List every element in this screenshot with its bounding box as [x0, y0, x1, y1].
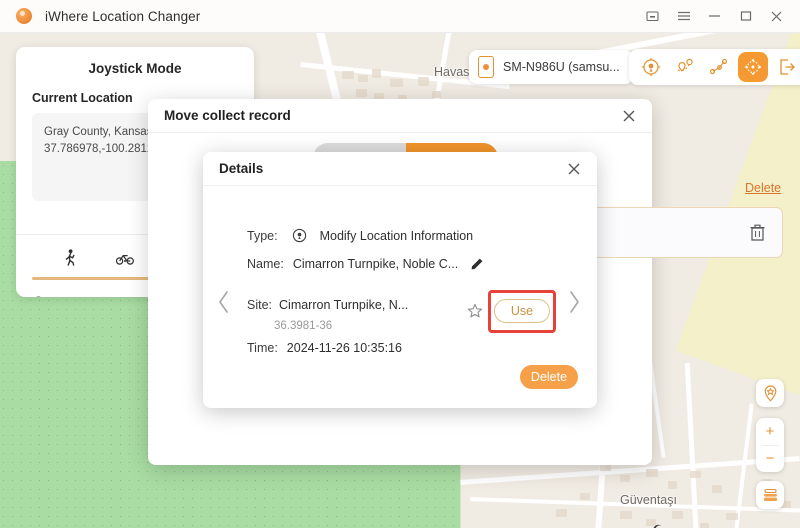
joystick-panel-title: Joystick Mode — [88, 61, 182, 76]
details-dialog-header: Details — [203, 152, 597, 186]
details-dialog-title: Details — [219, 161, 264, 176]
two-spot-mode-icon[interactable] — [670, 52, 700, 82]
mosque-icon: ☪ — [652, 522, 665, 528]
phone-icon — [478, 56, 494, 78]
speedometer-icon — [32, 296, 45, 297]
pencil-icon[interactable] — [470, 257, 484, 271]
zoom-in-button[interactable]: + — [756, 418, 784, 445]
menu-icon[interactable] — [668, 0, 699, 33]
delete-button[interactable]: Delete — [520, 365, 578, 389]
map-label-guventasi: Güventaşı — [620, 493, 677, 507]
site-coords: 36.3981-36 — [274, 320, 333, 332]
chevron-right-icon[interactable] — [567, 290, 581, 314]
multi-spot-mode-icon[interactable] — [704, 52, 734, 82]
time-value: 2024-11-26 10:35:16 — [286, 341, 402, 355]
device-chip[interactable]: SM-N986U (samsu... — [469, 50, 633, 84]
site-label: Site: — [247, 298, 273, 312]
close-icon[interactable] — [567, 162, 581, 176]
type-value: Modify Location Information — [319, 228, 474, 243]
exit-icon[interactable] — [772, 52, 800, 82]
map-landuse-green-2 — [0, 323, 165, 528]
use-button[interactable]: Use — [494, 299, 550, 323]
maximize-icon[interactable] — [730, 0, 761, 33]
app-title: iWhere Location Changer — [45, 8, 201, 24]
move-dialog-header: Move collect record — [148, 99, 652, 133]
name-field: Name: Cimarron Turnpike, Noble C... — [247, 257, 484, 271]
walking-icon[interactable] — [63, 249, 77, 266]
details-dialog: Details Type: Modify Location Informatio… — [203, 152, 597, 408]
bicycle-icon[interactable] — [116, 251, 134, 265]
name-label: Name: — [247, 257, 284, 271]
mode-toolbar — [629, 49, 800, 85]
joystick-mode-icon[interactable] — [738, 52, 768, 82]
star-outline-icon[interactable] — [467, 303, 483, 319]
map-road — [684, 363, 701, 528]
trash-icon[interactable] — [749, 223, 766, 242]
chevron-left-icon[interactable] — [217, 290, 231, 314]
close-icon[interactable] — [761, 0, 792, 33]
screen-icon[interactable] — [637, 0, 668, 33]
zoom-out-button[interactable]: − — [756, 446, 784, 473]
teleport-mode-icon[interactable] — [636, 52, 666, 82]
delete-all-link[interactable]: Delete — [745, 181, 781, 195]
zoom-controls: + − — [756, 418, 784, 472]
site-value: Cimarron Turnpike, N... — [279, 298, 409, 312]
name-value: Cimarron Turnpike, Noble C... — [292, 257, 459, 271]
site-field: Site: Cimarron Turnpike, N... — [247, 298, 408, 312]
app-window: iWhere Location Changer Havas Güventaşı … — [0, 0, 800, 528]
app-logo-icon — [16, 8, 32, 24]
time-field: Time: 2024-11-26 10:35:16 — [247, 341, 402, 355]
map-layers-icon[interactable] — [756, 481, 784, 509]
title-bar: iWhere Location Changer — [0, 0, 800, 33]
location-pin-icon — [292, 228, 307, 243]
close-icon[interactable] — [622, 109, 636, 123]
map-label-havas: Havas — [434, 65, 470, 79]
window-controls — [637, 0, 800, 32]
type-label: Type: — [247, 228, 278, 243]
minimize-icon[interactable] — [699, 0, 730, 33]
favorite-pin-icon[interactable] — [756, 379, 784, 407]
time-label: Time: — [247, 341, 278, 355]
move-dialog-title: Move collect record — [164, 108, 291, 123]
details-body: Type: Modify Location Information Name: … — [203, 186, 597, 408]
device-name-label: SM-N986U (samsu... — [503, 60, 620, 74]
type-field: Type: Modify Location Information — [247, 228, 473, 243]
